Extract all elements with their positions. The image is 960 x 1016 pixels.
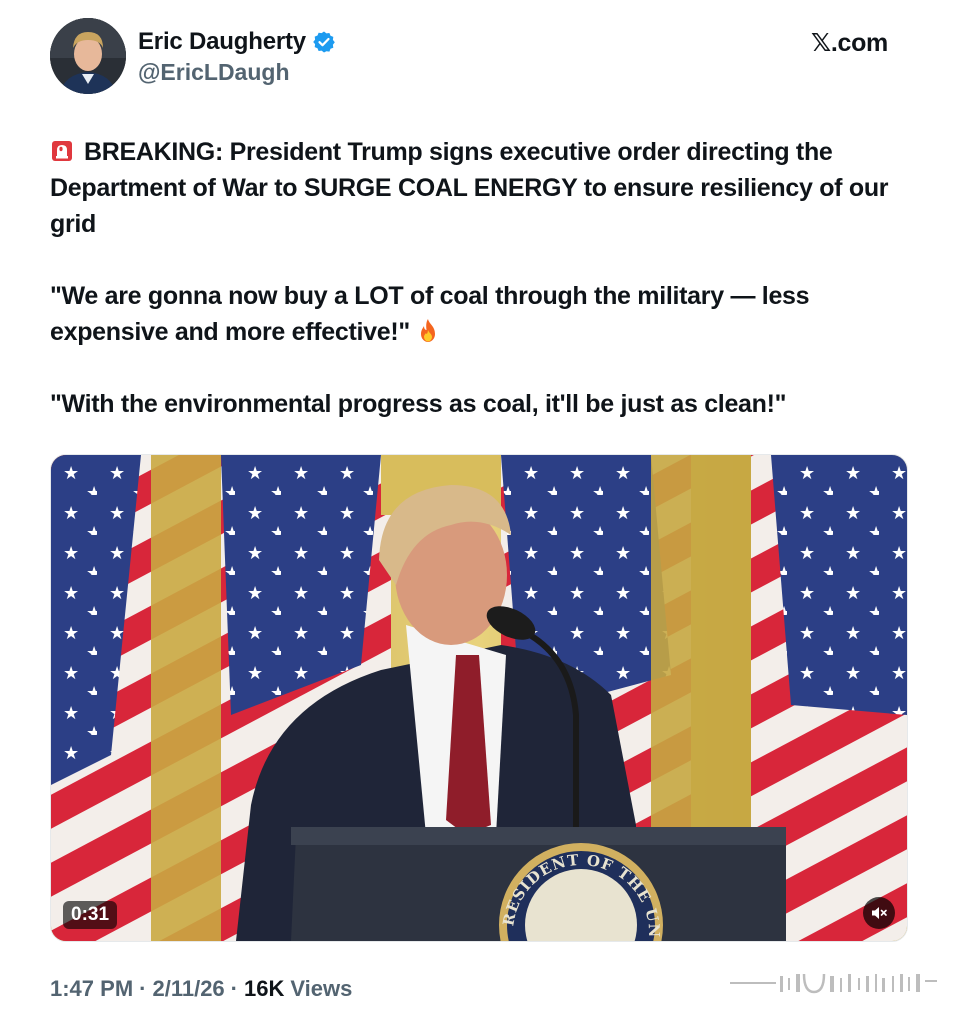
tweet-text: BREAKING: President Trump signs executiv…	[50, 134, 900, 422]
tweet-meta: 1:47 PM · 2/11/26 · 16K Views	[50, 976, 352, 1002]
tweet-card: Eric Daugherty @EricLDaugh 𝕏.com BREAKIN…	[0, 0, 960, 1016]
fire-icon	[416, 318, 440, 344]
siren-icon	[50, 137, 74, 161]
video-duration-badge: 0:31	[63, 901, 118, 929]
tweet-time[interactable]: 1:47 PM	[50, 976, 133, 1002]
speaker-muted-icon	[872, 907, 887, 919]
watermark-graphic	[730, 973, 937, 994]
verified-badge-icon	[312, 30, 336, 54]
author-handle[interactable]: @EricLDaugh	[138, 59, 290, 86]
site-label: 𝕏.com	[811, 29, 888, 57]
avatar-image	[50, 18, 126, 94]
meta-separator: ·	[230, 976, 238, 1001]
meta-separator: ·	[139, 976, 147, 1001]
author-name[interactable]: Eric Daugherty	[138, 28, 306, 56]
tweet-paragraph-2: "We are gonna now buy a LOT of coal thro…	[50, 278, 900, 350]
tweet-text-line-3: "With the environmental progress as coal…	[50, 390, 787, 418]
tweet-text-line-1: BREAKING: President Trump signs executiv…	[50, 138, 889, 238]
video-player[interactable]: ★ ★	[50, 454, 908, 942]
views-label: Views	[290, 976, 353, 1001]
author-name-row[interactable]: Eric Daugherty	[138, 28, 336, 56]
tweet-paragraph-1: BREAKING: President Trump signs executiv…	[50, 134, 900, 242]
video-frame: ★ ★	[51, 455, 907, 941]
tweet-date[interactable]: 2/11/26	[152, 976, 224, 1002]
mute-button[interactable]	[863, 897, 895, 929]
author-avatar[interactable]	[50, 18, 126, 94]
views-count: 16K	[244, 976, 285, 1001]
tweet-paragraph-3: "With the environmental progress as coal…	[50, 386, 900, 422]
